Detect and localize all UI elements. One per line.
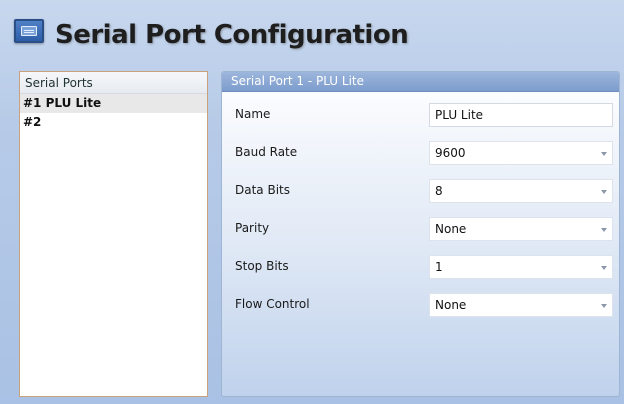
chevron-down-icon: [601, 266, 607, 270]
stop-bits-value: 1: [435, 260, 443, 274]
parity-label: Parity: [235, 221, 270, 235]
page-title: Serial Port Configuration: [55, 20, 409, 50]
stop-bits-row: Stop Bits 1: [222, 255, 619, 281]
data-bits-row: Data Bits 8: [222, 179, 619, 205]
port-settings-panel: Serial Port 1 - PLU Lite Name PLU Lite B…: [221, 71, 620, 397]
serial-port-icon: [14, 19, 44, 43]
chevron-down-icon: [601, 190, 607, 194]
name-label: Name: [235, 107, 271, 121]
chevron-down-icon: [601, 152, 607, 156]
data-bits-value: 8: [435, 184, 443, 198]
parity-value: None: [435, 222, 467, 236]
flow-control-dropdown[interactable]: None: [429, 293, 613, 317]
parity-dropdown[interactable]: None: [429, 217, 613, 241]
data-bits-dropdown[interactable]: 8: [429, 179, 613, 203]
flow-control-row: Flow Control None: [222, 293, 619, 319]
chevron-down-icon: [601, 304, 607, 308]
baud-rate-label: Baud Rate: [235, 145, 298, 159]
list-item-port-1[interactable]: #1 PLU Lite: [20, 94, 207, 113]
name-row: Name PLU Lite: [222, 103, 619, 129]
serial-ports-list: Serial Ports #1 PLU Lite #2: [19, 71, 208, 397]
parity-row: Parity None: [222, 217, 619, 243]
serial-ports-header: Serial Ports: [20, 72, 207, 94]
stop-bits-label: Stop Bits: [235, 259, 289, 273]
list-item-port-2[interactable]: #2: [20, 113, 207, 132]
title-bar: Serial Port Configuration: [0, 0, 624, 64]
baud-rate-dropdown[interactable]: 9600: [429, 141, 613, 165]
serial-port-icon-slot: [21, 26, 37, 36]
settings-header: Serial Port 1 - PLU Lite: [222, 72, 619, 92]
stop-bits-dropdown[interactable]: 1: [429, 255, 613, 279]
baud-rate-value: 9600: [435, 146, 466, 160]
chevron-down-icon: [601, 228, 607, 232]
baud-rate-row: Baud Rate 9600: [222, 141, 619, 167]
data-bits-label: Data Bits: [235, 183, 290, 197]
flow-control-value: None: [435, 298, 467, 312]
flow-control-label: Flow Control: [235, 297, 310, 311]
name-field[interactable]: PLU Lite: [429, 103, 613, 127]
